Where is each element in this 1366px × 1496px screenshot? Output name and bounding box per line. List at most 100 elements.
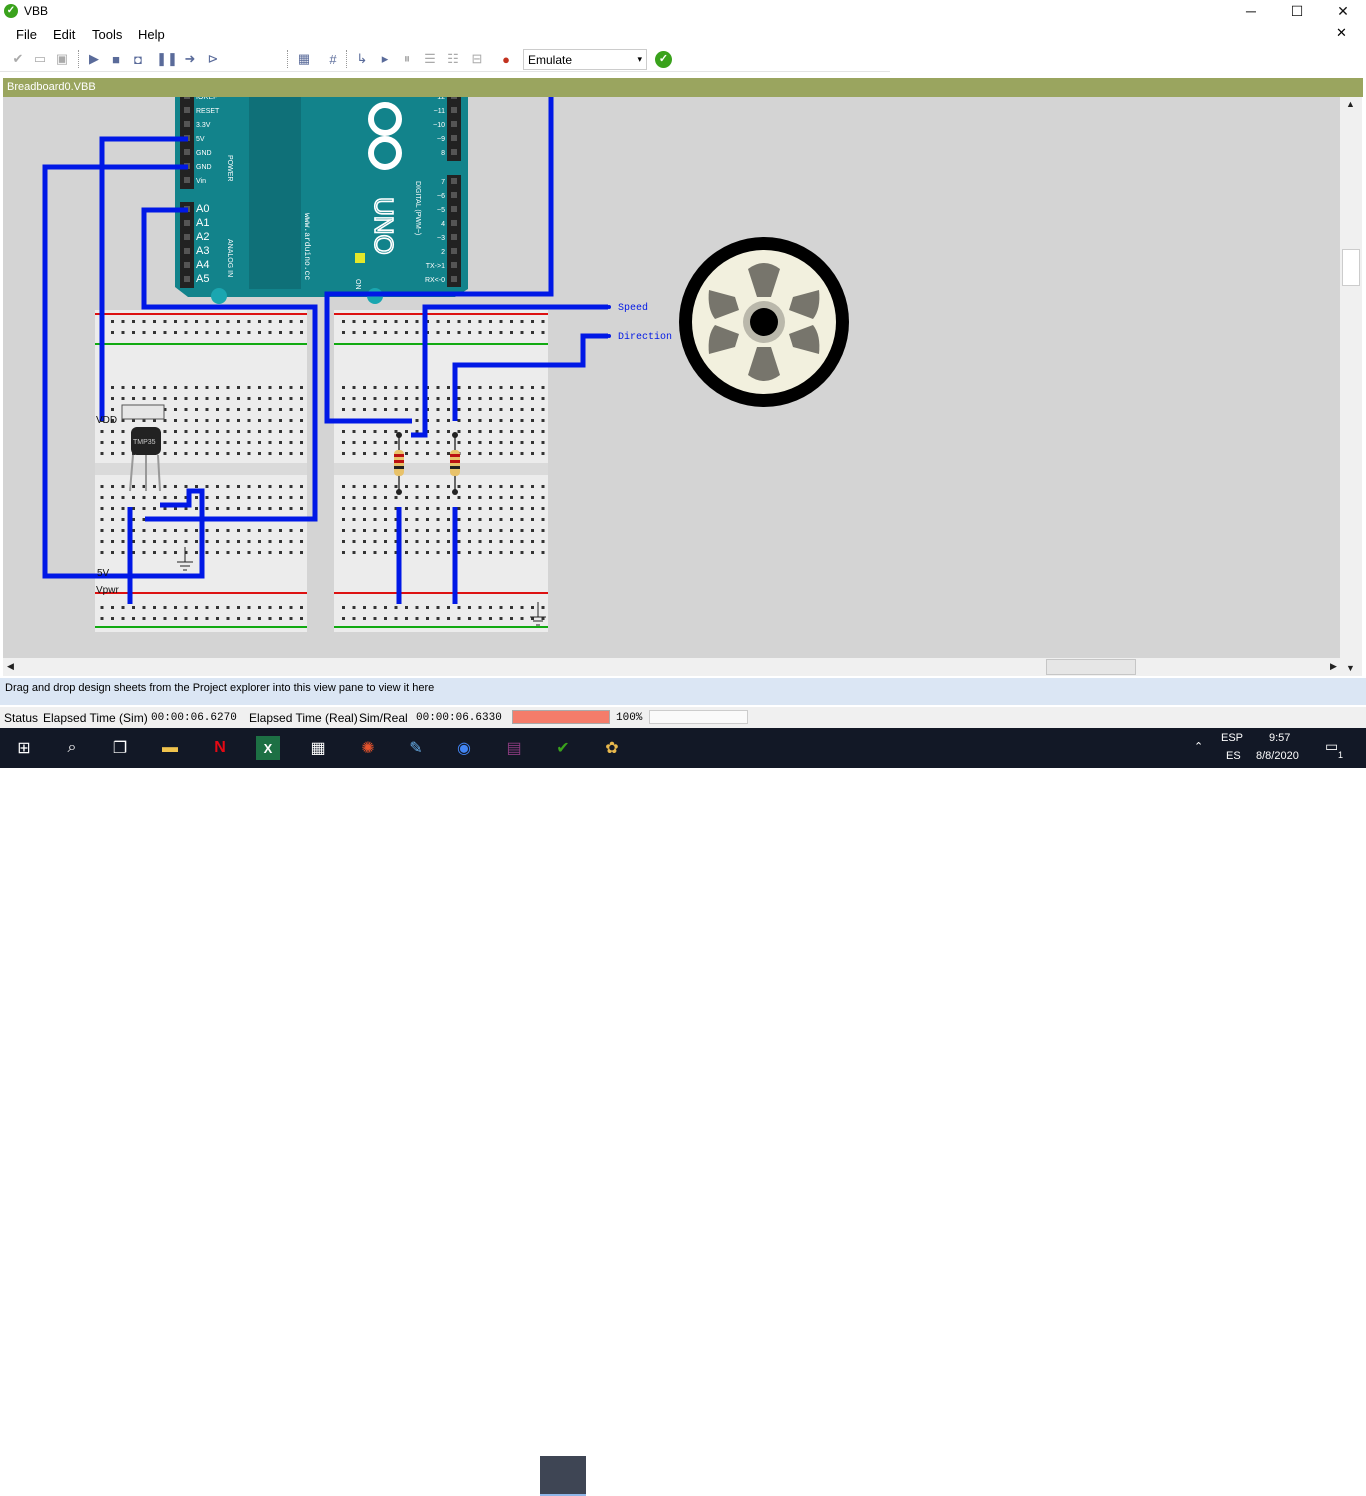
excel-icon[interactable]: X <box>256 736 280 760</box>
check-icon[interactable]: ✔ <box>9 50 27 68</box>
elapsed-real-value: 00:00:06.6330 <box>416 712 502 724</box>
list2-icon[interactable]: ☷ <box>444 50 462 68</box>
play-icon[interactable]: ▶ <box>85 50 103 68</box>
save-icon[interactable]: ▣ <box>53 50 71 68</box>
window-title: VBB <box>24 4 49 18</box>
chevron-up-icon[interactable]: ⌃ <box>1194 740 1203 753</box>
vertical-scrollbar[interactable]: ▲ ▼ <box>1340 97 1362 676</box>
clock-date[interactable]: 8/8/2020 <box>1256 750 1299 762</box>
clock-time[interactable]: 9:57 <box>1269 732 1290 744</box>
vbb-go-icon[interactable]: ✓ <box>655 51 672 68</box>
vbb-app-icon: ✓ <box>4 4 18 18</box>
minimize-button[interactable]: ─ <box>1228 0 1274 22</box>
arduino-pin <box>184 107 190 113</box>
chevron-down-icon: ▾ <box>637 54 642 64</box>
break-icon[interactable]: ⏸ <box>398 50 416 68</box>
continue-icon[interactable]: ▸ <box>376 50 394 68</box>
arduino-uno-board[interactable]: UNO www.arduino.cc POWER ANALOG IN DIGIT… <box>175 97 468 304</box>
title-bar: ✓ VBB ─ ☐ ✕ <box>0 0 1366 22</box>
menu-tools[interactable]: Tools <box>92 27 122 42</box>
scroll-up-icon[interactable]: ▲ <box>1346 99 1355 109</box>
pause-icon[interactable]: ❚❚ <box>156 50 178 68</box>
arduino-pin-label: 2 <box>441 249 445 256</box>
list3-icon[interactable]: ⊟ <box>468 50 486 68</box>
arduino-pin-label: 3.3V <box>196 122 211 129</box>
step-icon[interactable]: ➜ <box>181 50 199 68</box>
windows-start-icon[interactable]: ⊞ <box>12 736 36 760</box>
list-icon[interactable]: ☰ <box>421 50 439 68</box>
step-into-icon[interactable]: ↳ <box>353 50 371 68</box>
document-tab-bar: Breadboard0.VBB <box>3 78 1363 97</box>
grid-icon[interactable]: # <box>324 50 342 68</box>
scroll-left-icon[interactable]: ◀ <box>7 661 14 672</box>
vertical-scroll-thumb[interactable] <box>1342 249 1360 286</box>
document-title[interactable]: Breadboard0.VBB <box>7 81 96 93</box>
arduino-pin-label: A4 <box>196 259 209 271</box>
secondary-progress <box>649 710 748 724</box>
arduino-site-label: www.arduino.cc <box>302 213 311 280</box>
toolbar-separator <box>78 50 79 68</box>
arduino-pin-label: A3 <box>196 245 209 257</box>
task-view-icon[interactable]: ❐ <box>108 736 132 760</box>
calendar-icon[interactable]: ▦ <box>295 50 313 68</box>
arduino-analog-title: ANALOG IN <box>226 239 233 277</box>
sim-real-progress <box>512 710 610 724</box>
arduino-pin-label: ~10 <box>433 122 445 129</box>
status-bar: Status Elapsed Time (Sim) 00:00:06.6270 … <box>0 707 1366 728</box>
arduino-pin <box>184 234 190 240</box>
circuit-diagram[interactable]: UNO www.arduino.cc POWER ANALOG IN DIGIT… <box>3 97 1340 658</box>
language-label[interactable]: ESP <box>1221 732 1243 744</box>
toolbar-separator <box>287 50 288 68</box>
arduino-pin <box>451 149 457 155</box>
motor-wheel[interactable] <box>679 237 849 407</box>
arduino-pin-label: 5V <box>196 136 205 143</box>
paint-icon[interactable]: ✿ <box>600 736 624 760</box>
arduino-power-title: POWER <box>226 155 233 181</box>
menu-bar: File Edit Tools Help ✕ <box>0 24 1366 45</box>
menu-edit[interactable]: Edit <box>53 27 75 42</box>
toolbar-separator <box>346 50 347 68</box>
app-swirl-icon[interactable]: ✺ <box>356 736 380 760</box>
arduino-pin-label: A2 <box>196 231 209 243</box>
restart-icon[interactable]: ◘ <box>129 50 147 68</box>
arduino-pin-label: GND <box>196 150 212 157</box>
netflix-icon[interactable]: N <box>208 736 232 760</box>
scroll-down-icon[interactable]: ▼ <box>1346 663 1355 673</box>
scroll-right-icon[interactable]: ▶ <box>1330 661 1337 672</box>
arduino-pin <box>451 121 457 127</box>
run-to-icon[interactable]: ⊳ <box>204 50 222 68</box>
vbb-task-active[interactable] <box>540 1456 586 1496</box>
arduino-pin-label: ~3 <box>437 235 445 242</box>
vbb-taskbar-icon[interactable]: ✔ <box>551 736 575 760</box>
debug-icon[interactable]: ● <box>497 50 515 68</box>
horizontal-scrollbar[interactable]: ◀ ▶ <box>3 658 1340 676</box>
notification-icon[interactable]: ▭ <box>1325 738 1338 755</box>
winrar-icon[interactable]: ▤ <box>502 736 526 760</box>
calculator-icon[interactable]: ▦ <box>306 736 330 760</box>
notification-count: 1 <box>1338 750 1344 760</box>
arduino-pin-label: 8 <box>441 150 445 157</box>
open-icon[interactable]: ▭ <box>31 50 49 68</box>
arduino-pin <box>451 276 457 282</box>
menu-close-icon[interactable]: ✕ <box>1336 25 1347 41</box>
breadboard-canvas[interactable]: UNO www.arduino.cc POWER ANALOG IN DIGIT… <box>3 97 1340 658</box>
maximize-button[interactable]: ☐ <box>1274 0 1320 22</box>
chrome-icon[interactable]: ◉ <box>452 736 476 760</box>
arduino-pin-label: GND <box>196 164 212 171</box>
stop-icon[interactable]: ■ <box>107 50 125 68</box>
arduino-pin <box>184 220 190 226</box>
mode-select[interactable]: Emulate ▾ <box>523 49 647 70</box>
arduino-pin-label: ~6 <box>437 193 445 200</box>
menu-file[interactable]: File <box>16 27 37 42</box>
arduino-pin-label: RESET <box>196 108 220 115</box>
breadboard-right <box>334 310 548 632</box>
arduino-pin <box>451 234 457 240</box>
horizontal-scroll-thumb[interactable] <box>1046 659 1136 675</box>
close-button[interactable]: ✕ <box>1320 0 1366 22</box>
region-label[interactable]: ES <box>1226 750 1241 762</box>
menu-help[interactable]: Help <box>138 27 165 42</box>
arduino-pin <box>184 248 190 254</box>
app-feather-icon[interactable]: ✎ <box>404 736 428 760</box>
file-explorer-icon[interactable]: ▬ <box>158 736 182 760</box>
search-icon[interactable]: ⌕ <box>60 736 84 760</box>
